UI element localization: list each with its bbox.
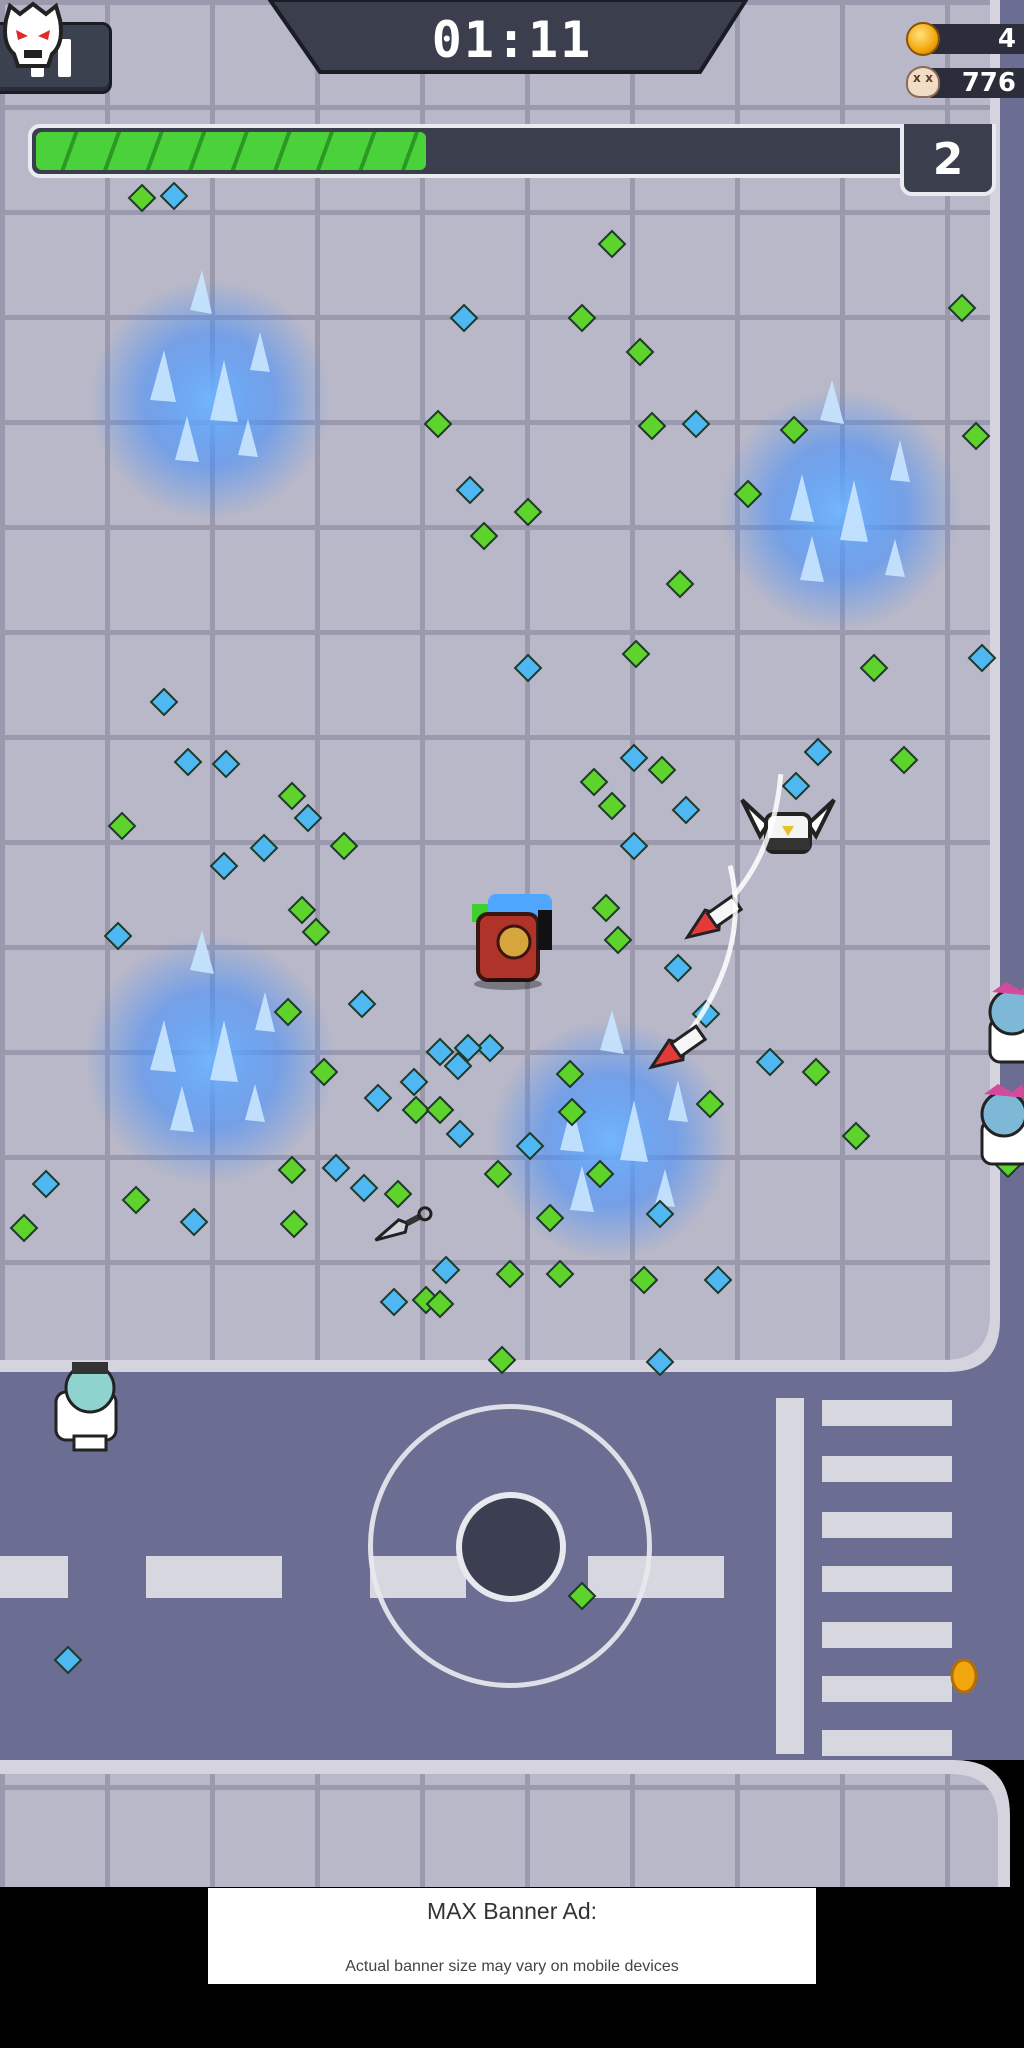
kill-counter: 776 <box>906 64 1024 102</box>
joystick-knob[interactable] <box>456 1492 566 1602</box>
coin-counter: 4 <box>906 20 1024 58</box>
dropped-coin <box>950 1658 978 1694</box>
ad-title: MAX Banner Ad: <box>426 1898 598 1924</box>
skull-icon <box>906 66 940 98</box>
game-timer: 01:11 <box>431 11 593 69</box>
ad-subtitle: Actual banner size may vary on mobile de… <box>345 1958 679 1975</box>
xp-progress-fill <box>36 132 426 170</box>
ad-banner[interactable]: MAX Banner Ad: Actual banner size may va… <box>208 1888 816 1984</box>
kill-count: 776 <box>961 68 1016 98</box>
coin-count: 4 <box>997 24 1016 54</box>
boss-skull-icon <box>3 1 63 68</box>
player-level: 2 <box>932 134 964 185</box>
lower-sidewalk <box>0 1774 998 1887</box>
game-viewport[interactable]: 01:11 4 776 2 <box>0 0 1024 1887</box>
currency-panel: 4 776 <box>906 20 1024 108</box>
coin-icon <box>906 22 940 56</box>
xp-progress-bar <box>28 124 996 178</box>
